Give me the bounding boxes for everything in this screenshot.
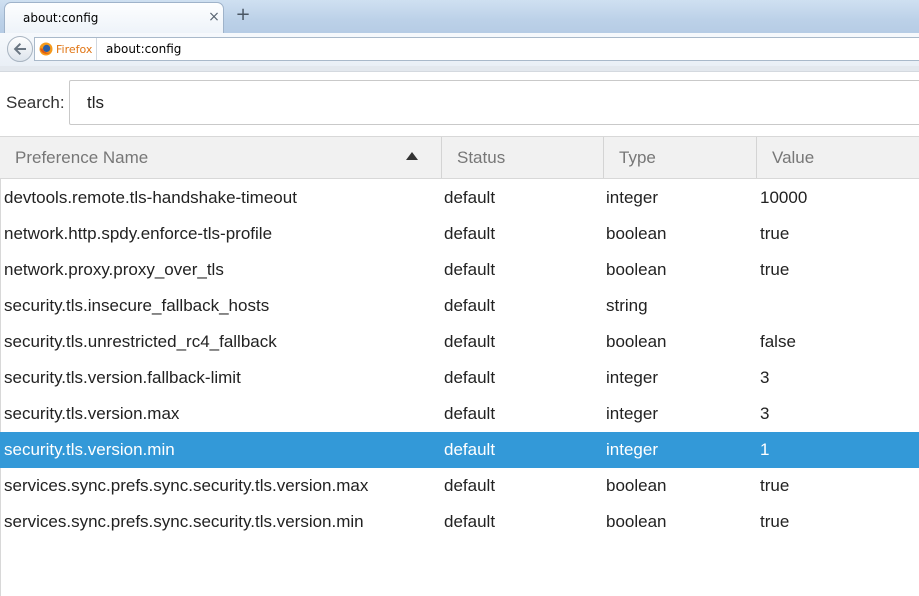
- table-row[interactable]: services.sync.prefs.sync.security.tls.ve…: [2, 504, 919, 540]
- pref-type: integer: [606, 440, 658, 459]
- pref-name: security.tls.version.min: [4, 440, 175, 459]
- pref-name: services.sync.prefs.sync.security.tls.ve…: [4, 512, 364, 531]
- pref-status: default: [444, 224, 496, 243]
- pref-name: services.sync.prefs.sync.security.tls.ve…: [4, 476, 369, 495]
- pref-name: network.proxy.proxy_over_tls: [4, 260, 224, 279]
- pref-status: default: [444, 332, 496, 351]
- pref-name: network.http.spdy.enforce-tls-profile: [4, 224, 273, 243]
- table-row[interactable]: security.tls.unrestricted_rc4_fallback d…: [2, 324, 919, 360]
- new-tab-button[interactable]: +: [232, 4, 254, 26]
- pref-name: devtools.remote.tls-handshake-timeout: [4, 188, 297, 207]
- identity-label: Firefox: [56, 42, 93, 56]
- pref-value: 3: [760, 404, 770, 423]
- back-button[interactable]: [7, 36, 33, 62]
- table-row[interactable]: security.tls.version.max default integer…: [2, 396, 919, 432]
- pref-value: true: [760, 224, 790, 243]
- pref-type: integer: [606, 404, 658, 423]
- table-row[interactable]: devtools.remote.tls-handshake-timeout de…: [2, 180, 919, 216]
- firefox-icon: [39, 42, 53, 56]
- table-row[interactable]: network.proxy.proxy_over_tls default boo…: [2, 252, 919, 288]
- pref-value: 10000: [760, 188, 808, 207]
- pref-type: boolean: [606, 260, 667, 279]
- column-header-label: Status: [457, 148, 506, 167]
- table-row[interactable]: network.http.spdy.enforce-tls-profile de…: [2, 216, 919, 252]
- pref-type: boolean: [606, 476, 667, 495]
- pref-status: default: [444, 476, 496, 495]
- url-text[interactable]: about:config: [106, 42, 181, 56]
- column-header-type[interactable]: Type: [603, 137, 757, 178]
- column-header-status[interactable]: Status: [441, 137, 604, 178]
- tab-strip: about:config × +: [0, 0, 919, 34]
- search-input[interactable]: [69, 80, 919, 125]
- pref-status: default: [444, 404, 496, 423]
- pref-value: 3: [760, 368, 770, 387]
- column-header-row: Preference Name Status Type Value: [0, 137, 919, 179]
- pref-type: integer: [606, 188, 658, 207]
- pref-status: default: [444, 188, 496, 207]
- search-label: Search:: [6, 93, 65, 112]
- close-tab-icon[interactable]: ×: [207, 9, 221, 25]
- pref-status: default: [444, 512, 496, 531]
- pref-value: 1: [760, 440, 770, 459]
- pref-type: boolean: [606, 512, 667, 531]
- tab-about-config[interactable]: about:config ×: [4, 2, 224, 33]
- pref-status: default: [444, 296, 496, 315]
- identity-box[interactable]: Firefox: [39, 38, 98, 60]
- pref-type: boolean: [606, 224, 667, 243]
- pref-status: default: [444, 368, 496, 387]
- pref-value: true: [760, 512, 790, 531]
- table-row[interactable]: services.sync.prefs.sync.security.tls.ve…: [2, 468, 919, 504]
- table-row[interactable]: security.tls.version.fallback-limit defa…: [2, 360, 919, 396]
- column-header-preference-name[interactable]: Preference Name: [0, 137, 441, 178]
- pref-name: security.tls.unrestricted_rc4_fallback: [4, 332, 277, 351]
- pref-value: false: [760, 332, 796, 351]
- table-row[interactable]: security.tls.insecure_fallback_hosts def…: [2, 288, 919, 324]
- column-header-label: Type: [619, 148, 656, 167]
- navigation-toolbar: Firefox about:config: [0, 33, 919, 67]
- pref-value: true: [760, 260, 790, 279]
- column-header-label: Preference Name: [15, 148, 149, 167]
- pref-type: integer: [606, 368, 658, 387]
- pref-type: boolean: [606, 332, 667, 351]
- pref-name: security.tls.version.fallback-limit: [4, 368, 241, 387]
- column-header-value[interactable]: Value: [756, 137, 919, 178]
- pref-type: string: [606, 296, 648, 315]
- url-bar[interactable]: Firefox about:config: [34, 37, 919, 61]
- sort-ascending-icon: [406, 152, 418, 160]
- back-arrow-icon: [13, 43, 26, 55]
- pref-value: true: [760, 476, 790, 495]
- tab-title: about:config: [23, 11, 99, 25]
- column-header-label: Value: [772, 148, 815, 167]
- table-row-selected[interactable]: security.tls.version.min default integer…: [0, 432, 919, 468]
- toolbar-divider: [0, 66, 919, 72]
- pref-name: security.tls.version.max: [4, 404, 180, 423]
- pref-status: default: [444, 440, 496, 459]
- pref-name: security.tls.insecure_fallback_hosts: [4, 296, 270, 315]
- pref-status: default: [444, 260, 496, 279]
